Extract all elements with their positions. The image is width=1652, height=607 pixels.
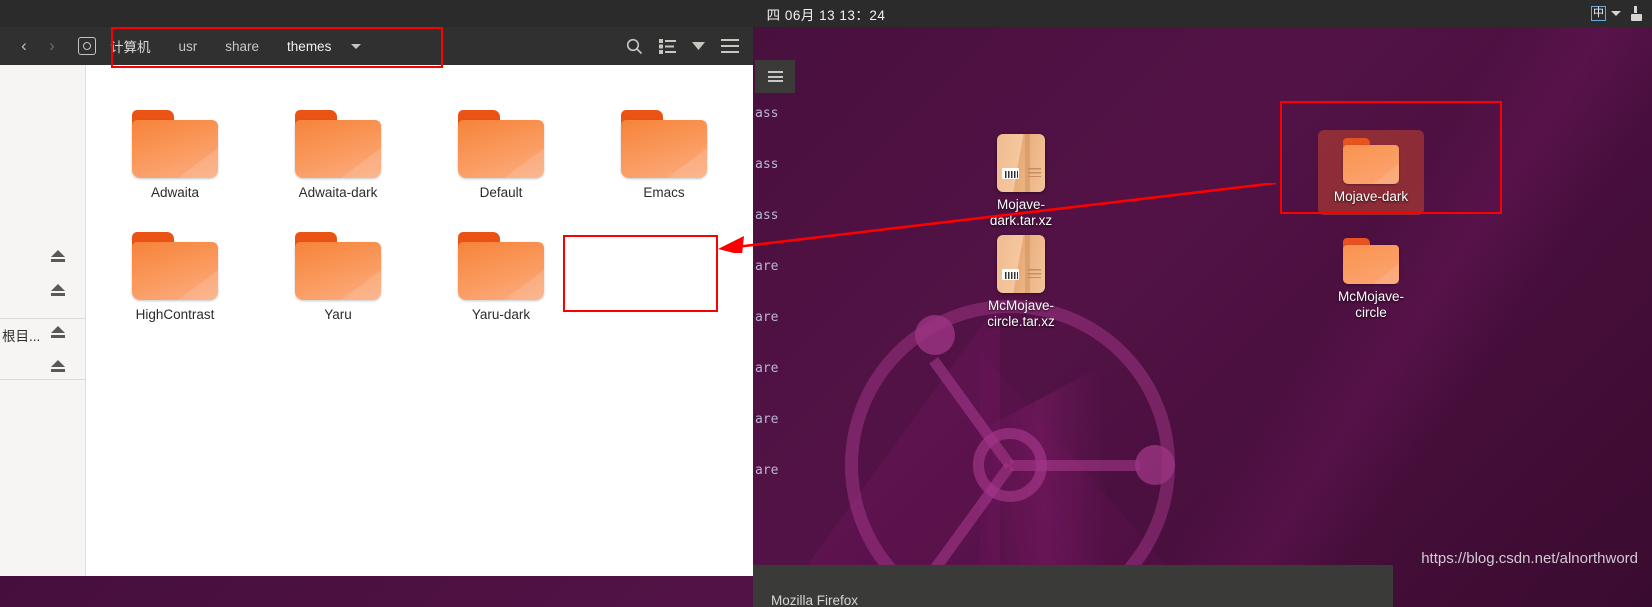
file-grid-item-yaru-dark[interactable]: Yaru-dark xyxy=(427,232,575,323)
file-manager-content-grid[interactable]: Adwaita Adwaita-dark Default Emacs HighC… xyxy=(86,65,753,576)
folder-icon xyxy=(132,110,218,178)
file-grid-item-label: Yaru xyxy=(324,307,352,322)
list-item: are xyxy=(755,412,779,427)
breadcrumb-usr[interactable]: usr xyxy=(165,39,212,54)
chevron-down-icon[interactable] xyxy=(1611,11,1621,16)
sidebar-divider xyxy=(0,318,86,319)
sidebar-eject-button-3[interactable] xyxy=(51,326,65,338)
file-manager-sidebar[interactable]: 根目... xyxy=(0,65,86,576)
desktop-icon-label: Mojave-dark xyxy=(1333,189,1409,204)
list-item: are xyxy=(755,310,779,325)
folder-icon xyxy=(458,232,544,300)
list-item: ass xyxy=(755,157,779,172)
list-item: are xyxy=(755,259,779,274)
desktop-icon-mcmojave-circle[interactable]: McMojave- circle xyxy=(1315,238,1427,321)
breadcrumb-share[interactable]: share xyxy=(211,39,273,54)
desktop-icon-label: Mojave- xyxy=(996,197,1045,212)
folder-icon xyxy=(295,232,381,300)
file-grid-item-highcontrast[interactable]: HighContrast xyxy=(101,232,249,323)
folder-icon xyxy=(1343,138,1399,184)
background-window-header[interactable] xyxy=(755,60,795,93)
sidebar-eject-button-4[interactable] xyxy=(51,360,65,372)
archive-icon xyxy=(997,134,1045,192)
file-grid-item-label: Emacs xyxy=(643,185,685,200)
sidebar-eject-button-2[interactable] xyxy=(51,284,65,296)
clock[interactable]: 四 06月 13 13：24 xyxy=(767,4,886,24)
breadcrumb-computer[interactable]: 计算机 xyxy=(104,36,165,56)
archive-icon xyxy=(997,235,1045,293)
desktop-icon-label-line2: circle.tar.xz xyxy=(987,314,1055,329)
taskbar-app-label: Mozilla Firefox xyxy=(771,592,859,607)
watermark: https://blog.csdn.net/alnorthword xyxy=(1421,550,1638,567)
list-item: ass xyxy=(755,208,779,223)
sidebar-divider-2 xyxy=(0,379,86,380)
desktop-icon-label: McMojave- xyxy=(987,298,1054,313)
ime-indicator[interactable]: 中 xyxy=(1591,6,1621,21)
back-button[interactable]: ‹ xyxy=(10,32,38,60)
desktop-icon-mojave-dark[interactable]: Mojave-dark xyxy=(1315,138,1427,205)
list-view-icon[interactable] xyxy=(659,38,676,54)
background-window[interactable]: ass ass ass are are are are are xyxy=(755,60,795,560)
file-grid-item-label: Adwaita xyxy=(150,185,200,200)
forward-button[interactable]: › xyxy=(38,32,66,60)
desktop-icon-mojave-dark-tar-xz[interactable]: Mojave- dark.tar.xz xyxy=(965,134,1077,229)
desktop-icon-mcmojave-circle-tar-xz[interactable]: McMojave- circle.tar.xz xyxy=(965,235,1077,330)
taskbar[interactable]: Mozilla Firefox xyxy=(753,565,1393,607)
search-icon[interactable] xyxy=(626,38,643,55)
folder-icon xyxy=(132,232,218,300)
desktop-icon-label-line2: dark.tar.xz xyxy=(989,213,1053,228)
file-grid-item-yaru[interactable]: Yaru xyxy=(264,232,412,323)
background-window-list: ass ass ass are are are are are xyxy=(755,93,795,560)
list-item: are xyxy=(755,361,779,376)
list-item: ass xyxy=(755,106,779,121)
breadcrumb-themes[interactable]: themes xyxy=(273,39,345,54)
file-manager-window[interactable]: ‹ › 计算机 usr share themes 根目... Adwaita A… xyxy=(0,27,753,576)
folder-icon xyxy=(1343,238,1399,284)
top-panel: 四 06月 13 13：24 中 xyxy=(0,0,1652,27)
file-grid-item-label: Adwaita-dark xyxy=(298,185,378,200)
file-grid-item-default[interactable]: Default xyxy=(427,110,575,201)
folder-icon xyxy=(458,110,544,178)
file-grid-item-emacs[interactable]: Emacs xyxy=(590,110,738,201)
file-grid-item-adwaita-dark[interactable]: Adwaita-dark xyxy=(264,110,412,201)
view-options-chevron-down-icon[interactable] xyxy=(692,42,705,50)
desktop-icon-label-line2: circle xyxy=(1355,305,1387,320)
hamburger-menu-icon[interactable] xyxy=(767,71,783,82)
file-grid-item-label: Yaru-dark xyxy=(471,307,531,322)
hamburger-menu-icon[interactable] xyxy=(721,39,739,53)
file-manager-header: ‹ › 计算机 usr share themes xyxy=(0,27,753,65)
file-grid-item-label: HighContrast xyxy=(135,307,215,322)
desktop-icon-label: McMojave- xyxy=(1337,289,1404,304)
folder-icon xyxy=(621,110,707,178)
ime-label: 中 xyxy=(1591,6,1606,21)
sidebar-item-root-label[interactable]: 根目... xyxy=(2,325,40,345)
file-grid-item-adwaita[interactable]: Adwaita xyxy=(101,110,249,201)
file-grid-item-label: Default xyxy=(479,185,523,200)
list-item: are xyxy=(755,463,779,478)
system-menu-icon[interactable] xyxy=(1631,6,1644,21)
ubuntu-logo-icon xyxy=(845,300,1175,607)
path-bar-icon xyxy=(78,37,96,55)
chevron-down-icon[interactable] xyxy=(351,43,362,49)
sidebar-eject-button-1[interactable] xyxy=(51,250,65,262)
folder-icon xyxy=(295,110,381,178)
